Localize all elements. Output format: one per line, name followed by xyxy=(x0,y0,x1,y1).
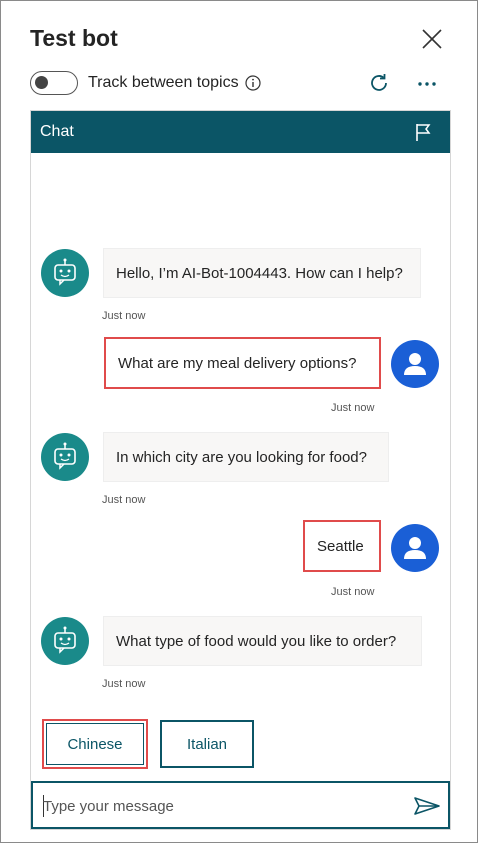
bot-avatar xyxy=(41,617,89,665)
message-input-box xyxy=(31,781,450,829)
pane-title: Test bot xyxy=(30,25,118,51)
send-button[interactable] xyxy=(413,795,441,817)
refresh-icon xyxy=(371,74,387,91)
send-icon xyxy=(414,797,440,815)
bot-message-bubble: Hello, I’m AI-Bot-1004443. How can I hel… xyxy=(103,248,421,298)
message-timestamp: Just now xyxy=(331,402,375,414)
refresh-button[interactable] xyxy=(367,71,391,95)
suggested-action-label: Italian xyxy=(186,735,228,753)
message-timestamp: Just now xyxy=(102,678,146,690)
bot-icon xyxy=(54,258,76,286)
more-options-button[interactable] xyxy=(413,71,441,95)
chat-panel: Chat Hello, I’m AI-Bot-1004443. How can … xyxy=(30,110,451,830)
track-topics-label: Track between topics xyxy=(88,74,239,91)
bot-avatar xyxy=(41,249,89,297)
track-topics-row: Track between topics xyxy=(30,69,261,97)
bot-icon xyxy=(54,626,76,654)
bot-message-bubble: In which city are you looking for food? xyxy=(103,432,389,482)
message-timestamp: Just now xyxy=(331,586,375,598)
bot-icon xyxy=(54,442,76,470)
flag-button[interactable] xyxy=(413,121,435,143)
close-button[interactable] xyxy=(419,26,445,52)
user-avatar xyxy=(391,524,439,572)
suggested-action-italian[interactable]: Italian xyxy=(160,720,254,768)
flag-icon xyxy=(416,124,431,141)
test-bot-pane: Test bot Track between topics Chat Hello… xyxy=(0,0,478,843)
message-timestamp: Just now xyxy=(102,494,146,506)
user-icon xyxy=(404,353,426,375)
info-icon[interactable] xyxy=(244,75,261,91)
message-input[interactable] xyxy=(43,793,398,819)
close-icon xyxy=(422,29,442,49)
suggested-action-chinese[interactable]: Chinese xyxy=(42,719,148,769)
bot-message-bubble: What type of food would you like to orde… xyxy=(103,616,422,666)
chat-header: Chat xyxy=(31,111,450,153)
more-horizontal-icon xyxy=(418,82,436,86)
user-message-bubble: Seattle xyxy=(303,520,381,572)
message-timestamp: Just now xyxy=(102,310,146,322)
user-message-bubble: What are my meal delivery options? xyxy=(104,337,381,389)
user-avatar xyxy=(391,340,439,388)
toggle-knob xyxy=(35,76,48,89)
bot-avatar xyxy=(41,433,89,481)
track-topics-toggle[interactable] xyxy=(30,71,78,95)
button-inner-border xyxy=(46,723,144,765)
chat-header-title: Chat xyxy=(40,123,74,140)
user-icon xyxy=(404,537,426,559)
